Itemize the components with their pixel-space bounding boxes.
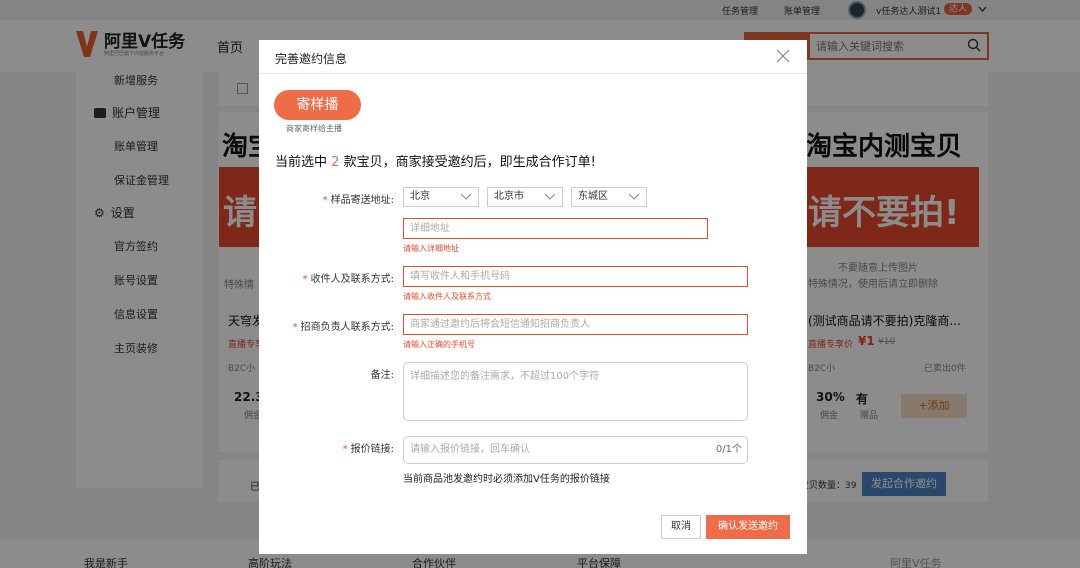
merchant-contact-input[interactable]: 商家通过邀约后将会短信通知招商负责人: [403, 314, 748, 335]
chevron-down-icon: [544, 193, 556, 200]
summary-count: 2: [331, 155, 340, 170]
summary-post: 款宝贝，商家接受邀约后，即生成合作订单!: [343, 155, 596, 170]
detail-address-input[interactable]: 详细地址: [403, 218, 708, 239]
detail-address-error: 请输入详细地址: [403, 244, 459, 253]
quote-link-label: * 报价链接:: [342, 444, 394, 455]
province-select[interactable]: 北京: [403, 187, 479, 207]
remark-textarea[interactable]: 详细描述您的备注需求，不超过100个字符: [403, 362, 748, 421]
quote-link-label-text: 报价链接:: [350, 444, 394, 455]
close-icon[interactable]: [776, 49, 790, 63]
city-select[interactable]: 北京市: [487, 187, 563, 207]
sample-broadcast-desc: 商家寄样给主播: [286, 124, 342, 133]
district-select[interactable]: 东城区: [571, 187, 647, 207]
receiver-error: 请输入收件人及联系方式: [403, 292, 491, 301]
merchant-contact-label-text: 招商负责人联系方式:: [300, 322, 394, 333]
receiver-label: * 收件人及联系方式:: [302, 274, 394, 285]
modal-title: 完善邀约信息: [275, 52, 348, 66]
selection-summary: 当前选中 2 款宝贝，商家接受邀约后，即生成合作订单!: [275, 151, 596, 170]
quote-link-placeholder: 请输入报价链接，回车确认: [410, 444, 530, 455]
chevron-down-icon: [628, 193, 640, 200]
city-value: 北京市: [494, 191, 524, 202]
confirm-send-invite-button[interactable]: 确认发送邀约: [706, 515, 790, 539]
quote-link-hint: 当前商品池发邀约时必须添加V任务的报价链接: [403, 474, 610, 485]
sample-broadcast-tag[interactable]: 寄样播: [274, 90, 361, 120]
modal-header: 完善邀约信息: [259, 40, 807, 74]
cancel-button[interactable]: 取消: [661, 515, 701, 539]
receiver-label-text: 收件人及联系方式:: [310, 274, 394, 285]
chevron-down-icon: [460, 193, 472, 200]
merchant-contact-label: * 招商负责人联系方式:: [292, 322, 394, 333]
quote-link-count: 0/1个: [715, 444, 742, 455]
receiver-input[interactable]: 填写收件人和手机号码: [403, 266, 748, 287]
address-label: * 样品寄送地址:: [322, 195, 394, 206]
summary-pre: 当前选中: [275, 155, 328, 170]
remark-label: 备注:: [370, 370, 394, 381]
quote-link-input[interactable]: 请输入报价链接，回车确认 0/1个: [403, 436, 748, 464]
address-label-text: 样品寄送地址:: [330, 195, 394, 206]
merchant-contact-error: 请输入正确的手机号: [403, 340, 475, 349]
district-value: 东城区: [578, 191, 608, 202]
invite-modal: 完善邀约信息 寄样播 商家寄样给主播 当前选中 2 款宝贝，商家接受邀约后，即生…: [259, 40, 807, 554]
province-value: 北京: [410, 191, 430, 202]
